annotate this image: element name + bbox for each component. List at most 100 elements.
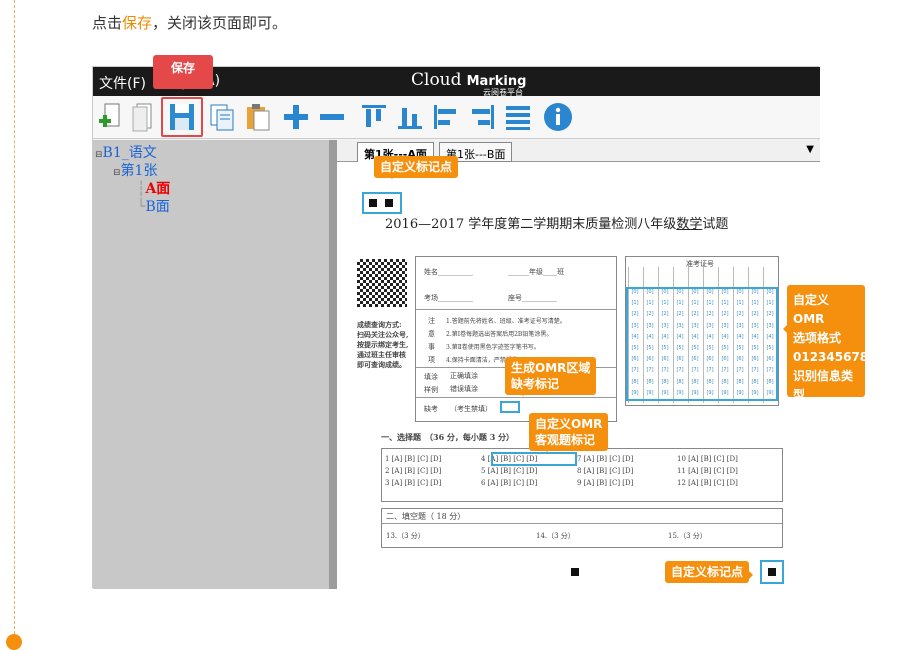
intro-highlight: 保存 (122, 14, 153, 32)
mc-item: 6 [A] [B] [C] [D] (481, 479, 538, 487)
mc-item: 7 [A] [B] [C] [D] (577, 455, 634, 463)
seat-label: 座号__________ (508, 294, 557, 302)
tree-face-a[interactable]: ┆A面 (137, 178, 170, 198)
section2-title: 二、填空题（ 18 分） (386, 512, 466, 521)
info-icon[interactable] (543, 101, 573, 133)
align-right-icon[interactable] (467, 101, 497, 133)
tree-pane: ⊟B1_语文 ⊟第1张 ┆A面 └B面 (93, 140, 329, 589)
grade-label: ______年级____班 (508, 268, 564, 276)
callout-line: 自定义OMR (793, 293, 830, 326)
query-line: 扫码关注公众号, (357, 330, 409, 339)
ticket-omr-box (626, 287, 778, 401)
notice-line: 3.第Ⅱ卷使用黑色字迹签字笔书写。 (446, 344, 540, 351)
menu-file[interactable]: 文件(F) (99, 73, 146, 93)
notice-label: 项 (428, 356, 435, 364)
align-top-icon[interactable] (359, 101, 389, 133)
minus-icon[interactable] (317, 101, 347, 133)
title-pre: 2016—2017 学年度第二学期期末质量检测八年级 (385, 217, 677, 232)
mc-item: 1 [A] [B] [C] [D] (385, 455, 442, 463)
fill-labels: 填涂 样例 (424, 371, 438, 397)
query-text: 成绩查询方式: 扫码关注公众号, 按提示绑定考生, 通过班主任审核 即可查询成绩… (357, 320, 408, 370)
add-file-icon[interactable] (95, 101, 125, 133)
save-callout: 保存 (153, 55, 213, 90)
tree-root-label: B1_语文 (102, 145, 157, 161)
callout-line: 关键字 (793, 407, 830, 421)
mark-point (768, 568, 776, 576)
intro-pre: 点击 (92, 14, 123, 32)
next-section-icon (6, 634, 22, 650)
fill-label: 填涂 (424, 373, 438, 381)
notice-label: 意 (428, 330, 435, 338)
dashed-guide-line (14, 0, 15, 644)
mark-point (571, 568, 579, 576)
mc-item: 5 [A] [B] [C] [D] (481, 467, 538, 475)
fill-correct: 正确填涂 (450, 372, 478, 380)
query-line: 成绩查询方式: (357, 320, 402, 329)
copy-icon[interactable] (207, 101, 237, 133)
title-post: 试题 (702, 217, 729, 232)
fill-item: 13.（3 分） (386, 532, 425, 540)
fill-item: 15.（3 分） (668, 532, 707, 540)
callout-line: 0123456789 (793, 350, 877, 364)
align-left-icon[interactable] (431, 101, 461, 133)
mc-item: 3 [A] [B] [C] [D] (385, 479, 442, 487)
mc-item: 10 [A] [B] [C] [D] (677, 455, 738, 463)
list-icon[interactable] (503, 101, 533, 133)
qr-code (357, 259, 407, 307)
mark-box-top (362, 192, 402, 214)
name-label: 姓名__________ (424, 268, 473, 276)
callout-omr-objective: 自定义OMR 客观题标记 (529, 413, 609, 452)
notice-line: 2.第Ⅰ卷每题选出答案后用2B铅笔涂黑。 (446, 331, 553, 338)
tree-face-b-label: B面 (145, 199, 170, 215)
pane-splitter[interactable] (329, 140, 337, 589)
fill-box: 二、填空题（ 18 分） 13.（3 分） 14.（3 分） 15.（3 分） (381, 508, 783, 548)
query-line: 按提示绑定考生, (357, 340, 409, 349)
app-logo: Cloud Marking 云阅卷平台 (411, 70, 526, 97)
callout-line: 识别信息类型 (793, 369, 854, 402)
room-label: 考场__________ (424, 294, 473, 302)
fill-wrong: 错误填涂 (450, 385, 478, 393)
tree-face-a-label: A面 (145, 181, 171, 197)
mc-item: 8 [A] [B] [C] [D] (577, 467, 634, 475)
ticket-grid: 准考证号 [0] [1] [2] [3] [4] [5] [6] [7] [8]… (625, 256, 779, 406)
plus-icon[interactable] (281, 101, 311, 133)
mc-item: 11 [A] [B] [C] [D] (677, 467, 738, 475)
fill-label: 样例 (424, 386, 438, 394)
notice-line: 1.答题前先将姓名、班级、准考证号写清楚。 (446, 318, 566, 325)
fill-item: 14.（3 分） (536, 532, 575, 540)
callout-mark-top: 自定义标记点 (374, 156, 459, 179)
align-bottom-icon[interactable] (395, 101, 425, 133)
callout-omr-absent: 生成OMR区域 缺考标记 (505, 357, 597, 396)
section1-title: 一、选择题 （36 分，每小题 3 分） (381, 432, 515, 442)
query-line: 即可查询成绩。 (357, 360, 406, 369)
absent-label: 缺考 (424, 405, 438, 413)
save-highlight-box (161, 97, 203, 137)
mark-point (385, 199, 393, 207)
absent-note: （考生禁填） (450, 405, 492, 413)
tree-face-b[interactable]: └B面 (137, 196, 170, 216)
mc-item: 9 [A] [B] [C] [D] (577, 479, 634, 487)
tree-sheet-label: 第1张 (120, 163, 158, 179)
app-window: 文件(F) A) Cloud Marking 云阅卷平台 保存 ⊟B1_语文 ⊟… (92, 55, 877, 589)
logo-cloud: Cloud (411, 70, 462, 90)
tree-sheet[interactable]: ⊟第1张 (113, 160, 157, 180)
info-box: 姓名__________ ______年级____班 考场__________ … (415, 256, 617, 422)
callout-mark-bottom: 自定义标记点 (665, 561, 754, 583)
page-icon[interactable] (129, 101, 159, 133)
mc-item: 2 [A] [B] [C] [D] (385, 467, 442, 475)
notice-label: 事 (428, 343, 435, 351)
notice-label: 注 (428, 317, 435, 325)
query-line: 通过班主任审核 (357, 350, 406, 359)
callout-omr-right: 自定义OMR 选项格式 0123456789 识别信息类型 关键字 (783, 285, 877, 421)
callout-line: 选项格式 (793, 331, 842, 345)
intro-text: 点击保存，关闭该页面即可。 (92, 12, 287, 33)
paper-title: 2016—2017 学年度第二学期期末质量检测八年级数学试题 (385, 213, 728, 232)
objective-omr-box (491, 452, 577, 466)
tree-root[interactable]: ⊟B1_语文 (95, 142, 157, 162)
title-subject: 数学 (676, 217, 703, 232)
absent-omr-box (500, 401, 520, 413)
mark-point (369, 199, 377, 207)
tab-dropdown-icon[interactable]: ▼ (806, 144, 814, 155)
mc-item: 12 [A] [B] [C] [D] (677, 479, 738, 487)
paste-icon[interactable] (243, 101, 273, 133)
